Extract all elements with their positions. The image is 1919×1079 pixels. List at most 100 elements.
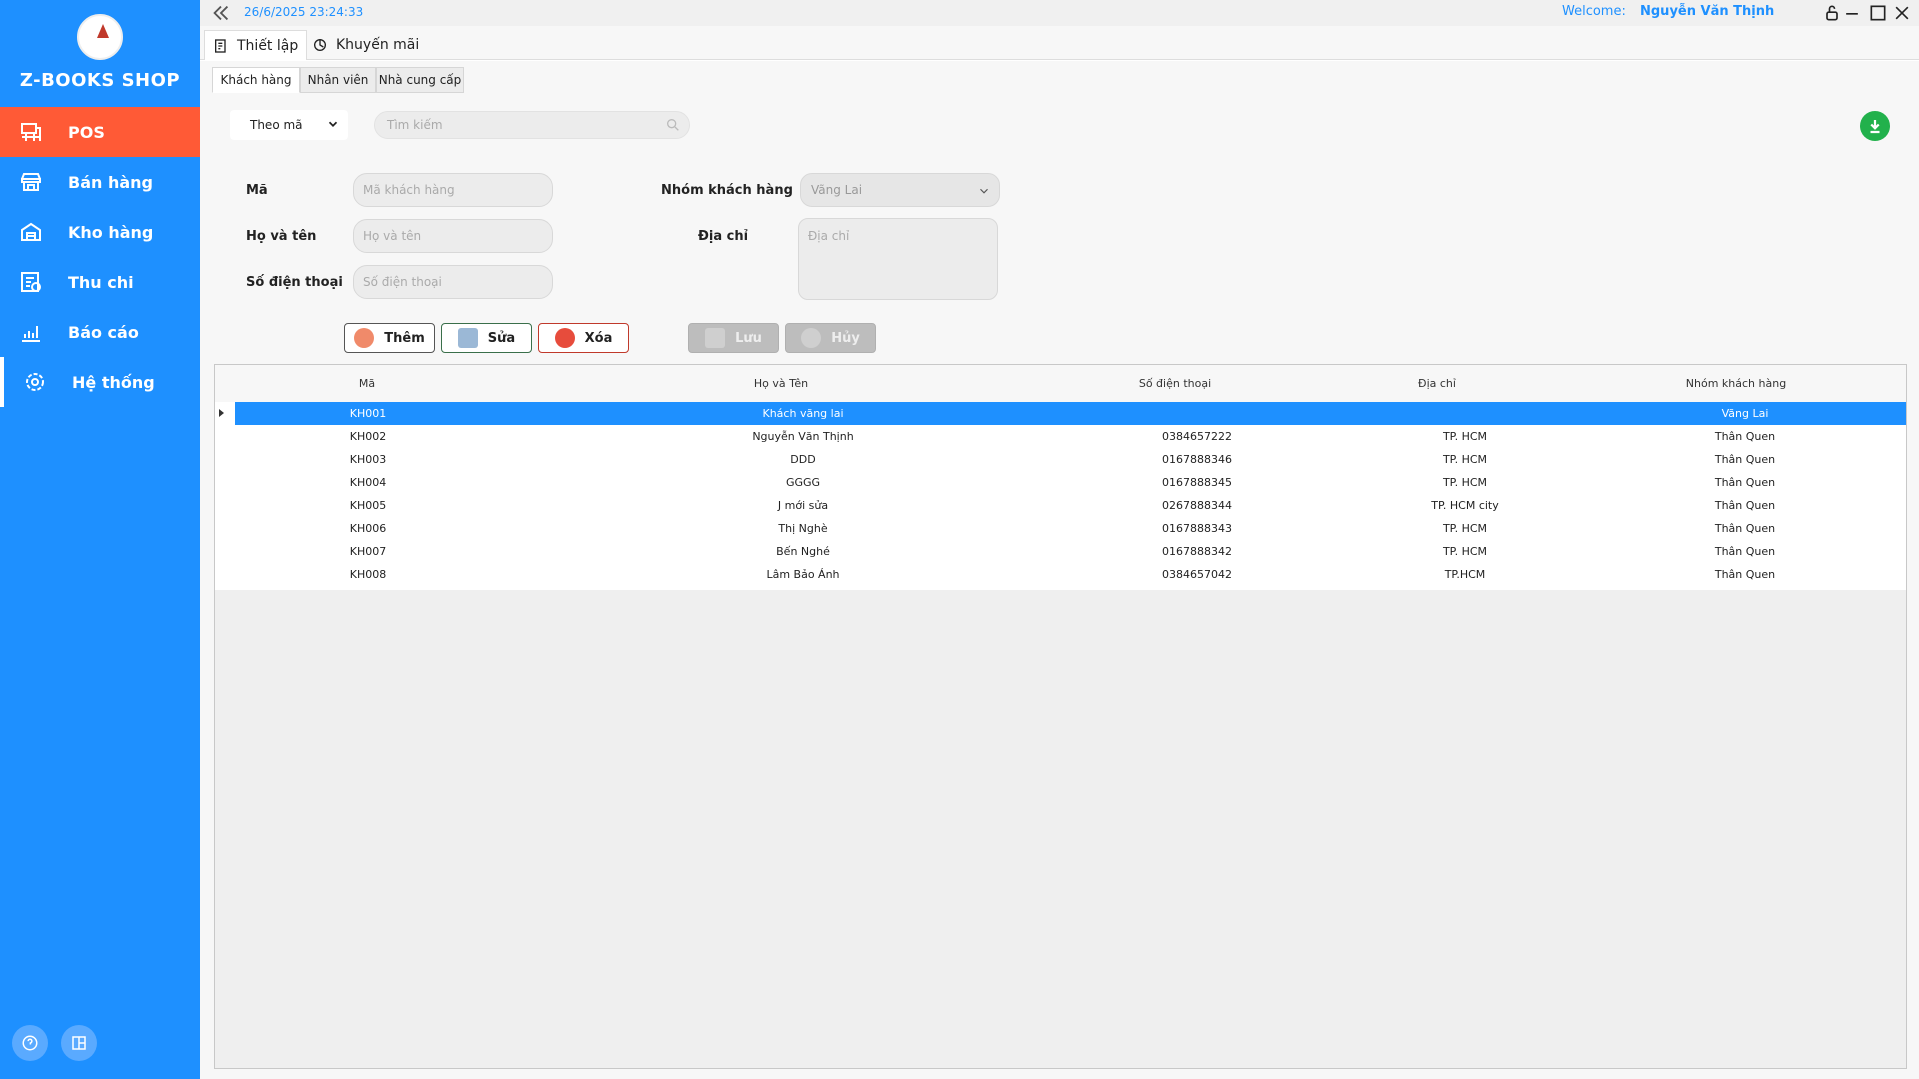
full-name-field[interactable]: Họ và tên (353, 219, 553, 253)
filter-select-value: Theo mã (250, 118, 303, 132)
sidebar-item-sales[interactable]: Bán hàng (0, 157, 200, 207)
add-button-label: Thêm (384, 330, 425, 346)
table-row[interactable]: KH007 Bến Nghé 0167888342 TP. HCM Thân Q… (215, 540, 1906, 563)
title-bar: 26/6/2025 23:24:33 Welcome: Nguyễn Văn T… (200, 0, 1919, 26)
sidebar-item-pos[interactable]: POS (0, 107, 200, 157)
pos-icon (16, 120, 46, 144)
save-button[interactable]: Lưu (688, 323, 779, 353)
sidebar-item-label: Báo cáo (68, 322, 139, 342)
phone-field[interactable]: Số điện thoại (353, 265, 553, 299)
table-row[interactable]: KH002 Nguyễn Văn Thịnh 0384657222 TP. HC… (215, 425, 1906, 448)
cell-group: Thân Quen (1714, 545, 1776, 558)
phone-label: Số điện thoại (246, 275, 343, 290)
close-icon[interactable] (1892, 3, 1912, 23)
tab-label: Khuyến mãi (336, 37, 420, 53)
tab-promotions[interactable]: Khuyến mãi (304, 30, 427, 60)
cell-group: Thân Quen (1714, 522, 1776, 535)
maximize-icon[interactable] (1868, 3, 1888, 23)
cell-address: TP. HCM city (1431, 499, 1499, 512)
sidebar-item-report[interactable]: Báo cáo (0, 307, 200, 357)
lock-icon[interactable] (1822, 3, 1842, 23)
edit-button[interactable]: Sửa (441, 323, 532, 353)
cell-phone: 0384657222 (1162, 430, 1232, 443)
cell-phone: 0167888342 (1162, 545, 1232, 558)
cell-code: KH007 (349, 545, 387, 558)
logo-icon (77, 14, 123, 60)
user-name[interactable]: Nguyễn Văn Thịnh (1640, 4, 1774, 19)
cell-phone: 0167888346 (1162, 453, 1232, 466)
table-row[interactable]: KH003 DDD 0167888346 TP. HCM Thân Quen (215, 448, 1906, 471)
cell-phone: 0384657042 (1162, 568, 1232, 581)
sidebar-item-label: POS (68, 122, 105, 142)
table-row[interactable]: KH006 Thị Nghè 0167888343 TP. HCM Thân Q… (215, 517, 1906, 540)
help-button[interactable] (12, 1025, 48, 1061)
column-header-address[interactable]: Địa chỉ (1418, 377, 1456, 390)
cell-address: TP. HCM (1442, 476, 1488, 489)
sidebar-item-label: Kho hàng (68, 222, 154, 242)
minimize-icon[interactable] (1842, 3, 1862, 23)
customer-group-select[interactable]: Vãng Lai (800, 173, 1000, 207)
name-label: Họ và tên (246, 229, 317, 244)
cell-code: KH002 (349, 430, 387, 443)
cell-address: TP. HCM (1442, 545, 1488, 558)
table-row[interactable]: KH001 Khách vãng lai Vãng Lai (215, 402, 1906, 425)
address-label: Địa chỉ (698, 229, 749, 244)
row-indicator-icon (219, 409, 224, 417)
datetime: 26/6/2025 23:24:33 (244, 5, 364, 19)
customer-group-value: Vãng Lai (811, 183, 863, 197)
search-input[interactable]: Tìm kiếm (374, 111, 690, 139)
column-header-name[interactable]: Họ và Tên (754, 377, 808, 390)
tab-customers[interactable]: Khách hàng (212, 67, 300, 93)
search-icon[interactable] (665, 117, 681, 133)
main-content: Khách hàng Nhân viên Nhà cung cấp Theo m… (200, 61, 1919, 1079)
delete-icon (554, 328, 575, 348)
cell-code: KH004 (349, 476, 387, 489)
sidebar-item-warehouse[interactable]: Kho hàng (0, 207, 200, 257)
tab-suppliers[interactable]: Nhà cung cấp (376, 67, 464, 93)
welcome-label: Welcome: (1562, 4, 1626, 19)
customer-code-placeholder: Mã khách hàng (363, 183, 455, 197)
column-header-phone[interactable]: Số điện thoại (1139, 377, 1211, 390)
help-icon (22, 1035, 38, 1051)
sidebar-item-label: Bán hàng (68, 172, 153, 192)
finance-icon (16, 270, 46, 294)
column-header-group[interactable]: Nhóm khách hàng (1686, 377, 1786, 390)
search-placeholder: Tìm kiếm (387, 118, 443, 132)
edit-icon (457, 328, 478, 348)
delete-button[interactable]: Xóa (538, 323, 629, 353)
cancel-button[interactable]: Hủy (785, 323, 876, 353)
report-chart-icon (16, 320, 46, 344)
cell-phone: 0267888344 (1162, 499, 1232, 512)
add-icon (354, 328, 375, 348)
edit-button-label: Sửa (487, 330, 516, 346)
customer-code-field[interactable]: Mã khách hàng (353, 173, 553, 207)
download-button[interactable] (1860, 111, 1890, 141)
cell-name: Bến Nghé (776, 545, 830, 558)
delete-button-label: Xóa (584, 330, 613, 346)
table-empty-area (215, 590, 1906, 1068)
column-header-code[interactable]: Mã (359, 377, 375, 390)
phone-placeholder: Số điện thoại (363, 275, 442, 289)
layout-button[interactable] (61, 1025, 97, 1061)
layout-icon (72, 1036, 86, 1050)
double-chevron-left-icon[interactable] (210, 2, 232, 24)
address-field[interactable]: Địa chỉ (798, 218, 998, 300)
cell-code: KH006 (349, 522, 387, 535)
sidebar-item-system[interactable]: Hệ thống (0, 357, 200, 407)
table-row[interactable]: KH004 GGGG 0167888345 TP. HCM Thân Quen (215, 471, 1906, 494)
table-row[interactable]: KH005 J mới sửa 0267888344 TP. HCM city … (215, 494, 1906, 517)
cell-group: Thân Quen (1714, 499, 1776, 512)
sidebar-item-label: Thu chi (68, 272, 134, 292)
cell-code: KH008 (349, 568, 387, 581)
cell-group: Vãng Lai (1721, 407, 1769, 420)
cell-address: TP. HCM (1442, 430, 1488, 443)
tab-settings[interactable]: Thiết lập (204, 30, 308, 60)
add-button[interactable]: Thêm (344, 323, 435, 353)
filter-select[interactable]: Theo mã (230, 110, 348, 140)
cell-address: TP. HCM (1442, 522, 1488, 535)
cell-group: Thân Quen (1714, 453, 1776, 466)
table-row[interactable]: KH008 Lâm Bảo Ánh 0384657042 TP.HCM Thân… (215, 563, 1906, 586)
tab-label: Thiết lập (237, 37, 299, 54)
sidebar-item-finance[interactable]: Thu chi (0, 257, 200, 307)
tab-employees[interactable]: Nhân viên (300, 67, 376, 93)
